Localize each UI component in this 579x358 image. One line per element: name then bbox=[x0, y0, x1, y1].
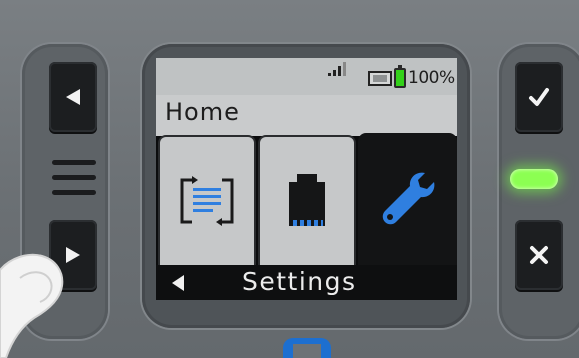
selected-item-label: Settings bbox=[242, 267, 357, 296]
wrench-icon bbox=[382, 172, 434, 225]
cancel-button[interactable] bbox=[515, 220, 563, 290]
device-screen: 100% Home Settings bbox=[156, 58, 457, 300]
screen-header: Home bbox=[156, 95, 457, 130]
transfer-document-icon bbox=[180, 176, 234, 226]
close-icon bbox=[530, 246, 548, 264]
status-led bbox=[510, 169, 558, 189]
battery-percentage: 100% bbox=[408, 68, 455, 88]
usb-connector bbox=[283, 338, 331, 358]
tile-settings[interactable] bbox=[358, 133, 457, 265]
finger bbox=[0, 253, 64, 358]
tile-transfer[interactable] bbox=[158, 135, 256, 265]
checkmark-icon bbox=[529, 88, 549, 106]
device-body: 100% Home Settings bbox=[0, 0, 579, 358]
ethernet-port-icon bbox=[289, 174, 325, 226]
speaker-grille-line bbox=[52, 175, 96, 180]
left-arrow-icon bbox=[66, 89, 80, 105]
confirm-button[interactable] bbox=[515, 62, 563, 132]
back-arrow-icon[interactable] bbox=[170, 274, 186, 292]
battery-icon bbox=[394, 65, 406, 88]
screen-footer: Settings bbox=[156, 265, 457, 300]
page-title: Home bbox=[165, 98, 240, 126]
sim-card-icon bbox=[368, 71, 392, 86]
speaker-grille-line bbox=[52, 160, 96, 165]
left-navigation-button[interactable] bbox=[49, 62, 97, 132]
tile-network[interactable] bbox=[258, 135, 356, 265]
status-bar: 100% bbox=[156, 58, 457, 95]
speaker-grille-line bbox=[52, 190, 96, 195]
